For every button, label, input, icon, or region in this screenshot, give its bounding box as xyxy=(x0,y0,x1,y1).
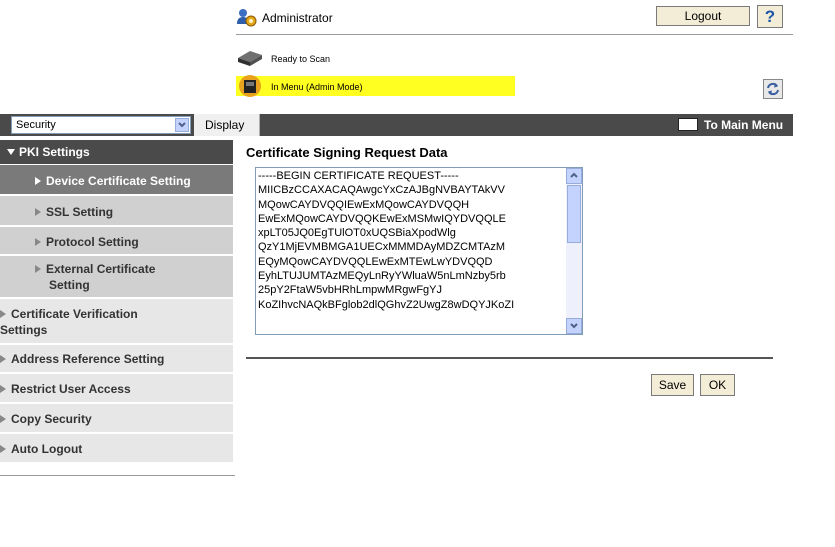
sidebar-item-label: External Certificate xyxy=(46,262,156,276)
triangle-right-icon xyxy=(35,207,41,216)
status-mode-text: In Menu (Admin Mode) xyxy=(271,82,363,92)
sidebar-item-protocol-setting[interactable]: Protocol Setting xyxy=(0,227,233,255)
main-menu-icon xyxy=(678,118,698,132)
triangle-right-icon xyxy=(0,354,6,363)
sidebar-item-device-certificate-setting[interactable]: Device Certificate Setting xyxy=(0,165,233,195)
triangle-right-icon xyxy=(35,264,41,273)
sidebar-item-label: Copy Security xyxy=(11,412,92,426)
sidebar-item-auto-logout[interactable]: Auto Logout xyxy=(0,434,233,463)
display-button[interactable]: Display xyxy=(194,114,260,136)
sidebar-item-address-reference-setting[interactable]: Address Reference Setting xyxy=(0,345,233,373)
sidebar-item-certificate-verification-settings[interactable]: Certificate Verification Settings xyxy=(0,299,233,344)
sidebar-item-restrict-user-access[interactable]: Restrict User Access xyxy=(0,374,233,403)
header-divider xyxy=(236,34,793,35)
sidebar-item-copy-security[interactable]: Copy Security xyxy=(0,404,233,433)
refresh-icon[interactable] xyxy=(763,79,783,99)
csr-textarea[interactable]: -----BEGIN CERTIFICATE REQUEST----- MIIC… xyxy=(255,167,583,335)
status-ready-text: Ready to Scan xyxy=(271,54,331,64)
category-select[interactable]: Security xyxy=(11,116,191,134)
triangle-down-icon xyxy=(7,148,15,155)
sidebar-section-pki-settings[interactable]: PKI Settings xyxy=(0,140,233,164)
sidebar-item-label: Restrict User Access xyxy=(11,382,131,396)
sidebar-item-ssl-setting[interactable]: SSL Setting xyxy=(0,196,233,226)
scanner-icon xyxy=(236,49,264,67)
logout-button[interactable]: Logout xyxy=(656,6,750,26)
triangle-right-icon xyxy=(0,444,6,453)
sidebar-item-label: Device Certificate Setting xyxy=(46,174,191,188)
sidebar-item-label: Certificate Verification xyxy=(11,307,138,321)
ok-button[interactable]: OK xyxy=(700,374,735,396)
sidebar-item-external-certificate-setting[interactable]: External Certificate Setting xyxy=(0,256,233,298)
sidebar-item-label: SSL Setting xyxy=(46,205,114,219)
administrator-icon xyxy=(236,8,258,28)
triangle-right-icon xyxy=(0,414,6,423)
sidebar-item-label-line2: Setting xyxy=(49,278,90,292)
sidebar-item-label-line2: Settings xyxy=(0,323,48,337)
sidebar-section-label: PKI Settings xyxy=(19,145,90,159)
vertical-scrollbar[interactable] xyxy=(566,168,582,334)
sidebar-item-label: Auto Logout xyxy=(11,442,83,456)
help-button[interactable]: ? xyxy=(757,5,783,28)
save-button[interactable]: Save xyxy=(651,374,694,396)
scrollbar-thumb[interactable] xyxy=(567,185,581,243)
content-divider xyxy=(246,357,773,359)
chevron-down-icon[interactable] xyxy=(175,118,189,132)
sidebar-item-label: Address Reference Setting xyxy=(11,352,165,366)
machine-status-icon xyxy=(236,74,264,98)
sidebar-divider xyxy=(0,475,235,476)
to-main-menu-label: To Main Menu xyxy=(704,118,784,132)
triangle-right-icon xyxy=(35,237,41,246)
sidebar-item-label: Protocol Setting xyxy=(46,235,139,249)
user-label: Administrator xyxy=(262,11,333,25)
scroll-up-icon[interactable] xyxy=(566,168,582,184)
triangle-right-icon xyxy=(0,384,6,393)
category-select-value: Security xyxy=(16,119,56,131)
page-title: Certificate Signing Request Data xyxy=(246,145,448,160)
scroll-down-icon[interactable] xyxy=(566,318,582,334)
triangle-right-icon xyxy=(0,309,6,318)
to-main-menu-link[interactable]: To Main Menu xyxy=(678,114,783,136)
triangle-right-icon xyxy=(35,176,41,185)
csr-text[interactable]: -----BEGIN CERTIFICATE REQUEST----- MIIC… xyxy=(258,169,566,312)
